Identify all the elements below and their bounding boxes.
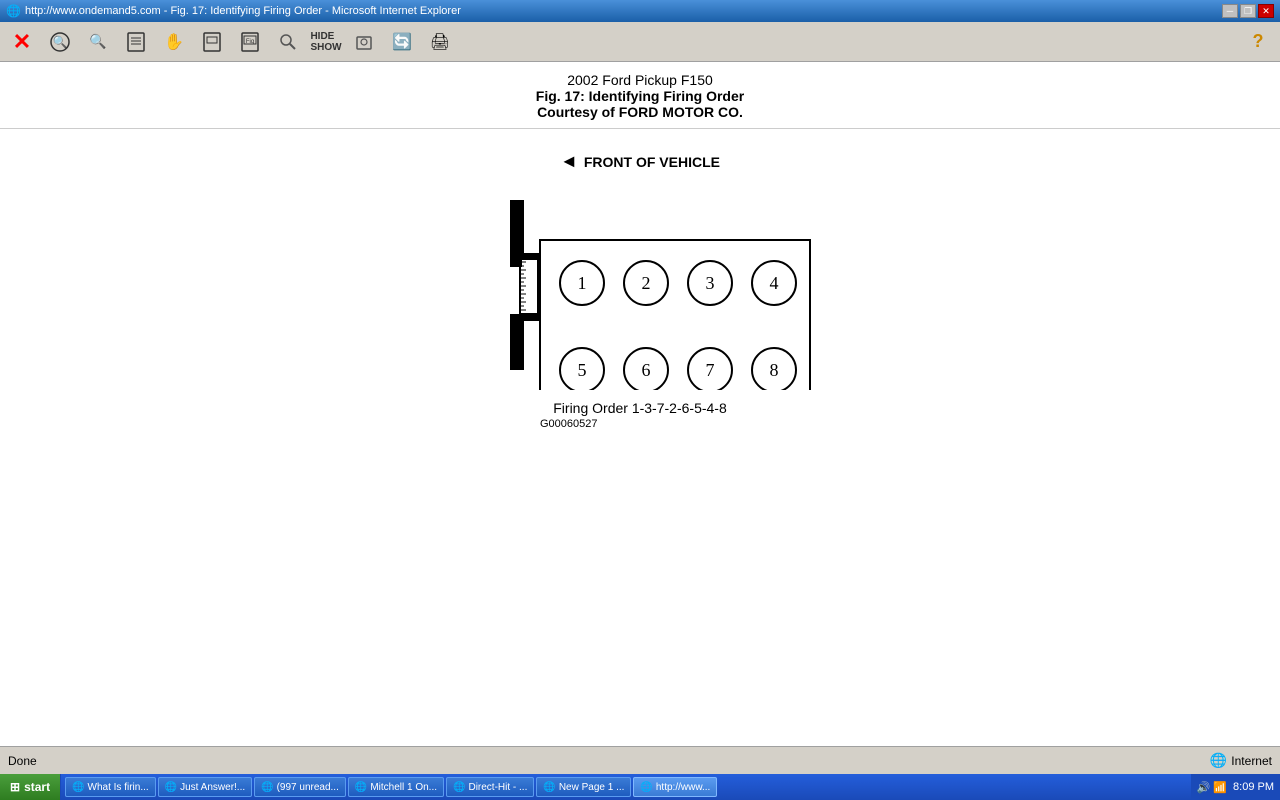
help-btn[interactable]: ? (1240, 25, 1276, 59)
firing-order-text: Firing Order 1-3-7-2-6-5-4-8 (553, 400, 727, 416)
svg-text:7: 7 (706, 360, 715, 380)
svg-text:3: 3 (706, 273, 715, 293)
back-btn[interactable]: 🔍 (42, 25, 78, 59)
print-btn[interactable]: 🖨 (422, 25, 458, 59)
start-button[interactable]: ⊞ start (0, 774, 61, 800)
taskbar-icon-1: 🌐 (72, 782, 84, 793)
find-btn[interactable] (270, 25, 306, 59)
print-preview-btn[interactable] (346, 25, 382, 59)
hand-btn[interactable]: ✋ (156, 25, 192, 59)
restore-btn[interactable]: ❐ (1240, 4, 1256, 18)
toolbar: ✕ 🔍 🔍 ✋ Fig HIDESHOW 🔄 🖨 ? (0, 22, 1280, 62)
status-done: Done (8, 754, 1210, 768)
taskbar-item-5[interactable]: 🌐 Direct-Hit - ... (446, 777, 534, 797)
content-area: 2002 Ford Pickup F150 Fig. 17: Identifyi… (0, 62, 1280, 746)
engine-diagram: 1 2 3 4 5 6 7 (450, 180, 830, 390)
svg-text:6: 6 (642, 360, 651, 380)
tray-icons: 🔊 📶 (1197, 781, 1227, 794)
taskbar-item-2[interactable]: 🌐 Just Answer!... (158, 777, 252, 797)
svg-text:1: 1 (578, 273, 587, 293)
taskbar: ⊞ start 🌐 What Is firin... 🌐 Just Answer… (0, 774, 1280, 800)
title-bar: 🌐 http://www.ondemand5.com - Fig. 17: Id… (0, 0, 1280, 22)
taskbar-item-6[interactable]: 🌐 New Page 1 ... (536, 777, 631, 797)
windows-logo: ⊞ (10, 780, 20, 794)
close-toolbar-btn[interactable]: ✕ (4, 25, 40, 59)
refresh-btn[interactable]: 🔄 (384, 25, 420, 59)
title-icon: 🌐 (6, 4, 21, 18)
arrow-icon: ◄ (560, 151, 578, 172)
start-label: start (24, 780, 50, 794)
fig-btn[interactable] (118, 25, 154, 59)
status-bar: Done 🌐 Internet (0, 746, 1280, 774)
taskbar-icon-7: 🌐 (640, 782, 652, 793)
header-section: 2002 Ford Pickup F150 Fig. 17: Identifyi… (0, 72, 1280, 129)
hide-show-btn[interactable]: HIDESHOW (308, 25, 344, 59)
taskbar-icon-3: 🌐 (261, 782, 273, 793)
status-internet: 🌐 Internet (1210, 752, 1272, 769)
svg-text:🔍: 🔍 (53, 34, 68, 49)
minimize-btn[interactable]: ─ (1222, 4, 1238, 18)
svg-text:2: 2 (642, 273, 651, 293)
clock: 8:09 PM (1233, 781, 1274, 793)
fig2-btn[interactable] (194, 25, 230, 59)
front-label: ◄ FRONT OF VEHICLE (560, 151, 720, 172)
taskbar-item-1[interactable]: 🌐 What Is firin... (65, 777, 156, 797)
svg-text:Fig: Fig (246, 39, 254, 45)
courtesy-text: Courtesy of FORD MOTOR CO. (0, 104, 1280, 120)
window-controls: ─ ❐ ✕ (1222, 4, 1274, 18)
svg-text:4: 4 (770, 273, 779, 293)
title-text: http://www.ondemand5.com - Fig. 17: Iden… (25, 5, 1222, 17)
diagram-wrapper: ◄ FRONT OF VEHICLE (450, 151, 830, 430)
taskbar-item-3[interactable]: 🌐 (997 unread... (254, 777, 346, 797)
search-btn[interactable]: 🔍 (80, 25, 116, 59)
globe-icon: 🌐 (1210, 752, 1227, 769)
system-tray: 🔊 📶 8:09 PM (1191, 774, 1280, 800)
taskbar-icon-6: 🌐 (543, 782, 555, 793)
page-title: 2002 Ford Pickup F150 (0, 72, 1280, 88)
taskbar-icon-4: 🌐 (355, 782, 367, 793)
fig3-btn[interactable]: Fig (232, 25, 268, 59)
fig-code: G00060527 (540, 418, 598, 430)
fig-title: Fig. 17: Identifying Firing Order (0, 88, 1280, 104)
taskbar-icon-2: 🌐 (165, 782, 177, 793)
svg-text:8: 8 (770, 360, 779, 380)
taskbar-item-4[interactable]: 🌐 Mitchell 1 On... (348, 777, 444, 797)
close-btn[interactable]: ✕ (1258, 4, 1274, 18)
taskbar-items: 🌐 What Is firin... 🌐 Just Answer!... 🌐 (… (61, 777, 1191, 797)
taskbar-icon-5: 🌐 (453, 782, 465, 793)
svg-text:5: 5 (578, 360, 587, 380)
taskbar-item-7[interactable]: 🌐 http://www... (633, 777, 717, 797)
